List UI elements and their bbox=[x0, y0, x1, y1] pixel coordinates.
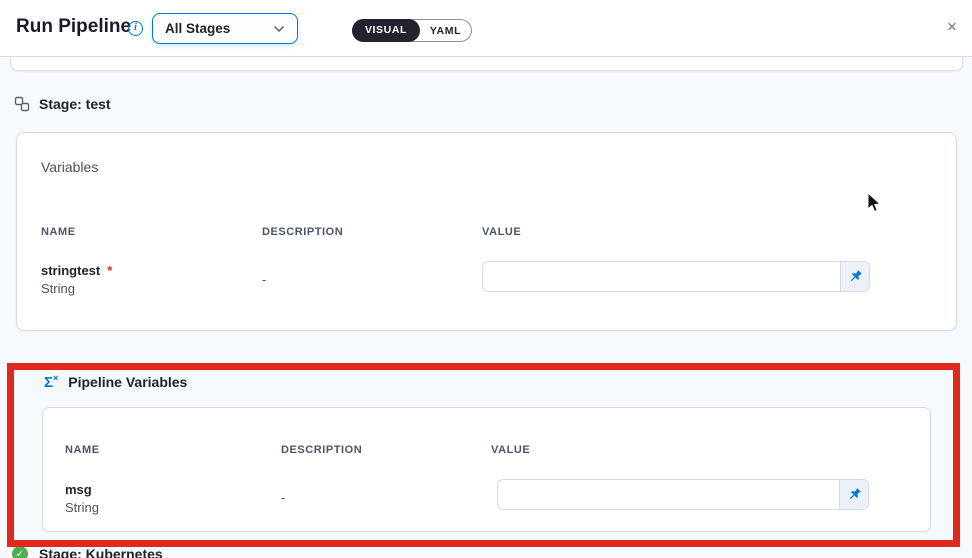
scrolled-card-remnant bbox=[10, 57, 963, 71]
toggle-yaml-button[interactable]: YAML bbox=[420, 19, 471, 42]
variables-card: Variables NAME DESCRIPTION VALUE stringt… bbox=[16, 132, 957, 331]
visual-yaml-toggle: VISUAL YAML bbox=[352, 19, 472, 42]
pipeline-variables-header: Σ× Pipeline Variables bbox=[44, 374, 187, 390]
variable-value-group bbox=[482, 261, 870, 292]
pin-icon[interactable] bbox=[840, 262, 869, 291]
toggle-visual-button[interactable]: VISUAL bbox=[352, 19, 420, 42]
variable-value-input[interactable] bbox=[498, 480, 839, 509]
stage-test-header: Stage: test bbox=[14, 96, 111, 112]
close-icon[interactable]: × bbox=[938, 13, 966, 41]
stage-kubernetes-label: Stage: Kubernetes bbox=[39, 546, 163, 558]
stage-filter-value: All Stages bbox=[165, 21, 230, 36]
stage-test-label: Stage: test bbox=[39, 96, 111, 112]
pin-icon[interactable] bbox=[839, 480, 868, 509]
variable-value-input[interactable] bbox=[483, 262, 840, 291]
column-header-value: VALUE bbox=[491, 444, 530, 456]
info-icon[interactable]: i bbox=[128, 21, 143, 36]
variable-value-group bbox=[497, 479, 869, 510]
variable-type: String bbox=[65, 500, 99, 515]
variables-card-title: Variables bbox=[41, 159, 98, 175]
stage-kubernetes-header: ✓ Stage: Kubernetes bbox=[12, 546, 163, 558]
column-header-name: NAME bbox=[65, 444, 100, 456]
column-header-description: DESCRIPTION bbox=[262, 226, 343, 238]
pipeline-variables-icon: Σ× bbox=[44, 374, 58, 390]
variable-type: String bbox=[41, 281, 75, 296]
stage-filter-dropdown[interactable]: All Stages bbox=[152, 13, 298, 44]
variable-description: - bbox=[262, 272, 266, 287]
pipeline-variables-card: NAME DESCRIPTION VALUE msg String - bbox=[42, 407, 931, 532]
variable-name: stringtest* bbox=[41, 263, 112, 278]
column-header-value: VALUE bbox=[482, 226, 521, 238]
pipeline-variables-title: Pipeline Variables bbox=[68, 374, 187, 390]
kubernetes-stage-icon: ✓ bbox=[12, 546, 28, 558]
required-asterisk: * bbox=[107, 263, 112, 278]
stage-icon bbox=[14, 96, 30, 112]
modal-header: Run Pipeline i All Stages VISUAL YAML × bbox=[0, 0, 972, 57]
run-pipeline-modal: Run Pipeline i All Stages VISUAL YAML × … bbox=[0, 0, 972, 558]
chevron-down-icon bbox=[273, 23, 285, 35]
column-header-description: DESCRIPTION bbox=[281, 444, 362, 456]
variable-description: - bbox=[281, 490, 285, 505]
column-header-name: NAME bbox=[41, 226, 76, 238]
variable-name: msg bbox=[65, 482, 92, 497]
page-title: Run Pipeline bbox=[16, 16, 131, 38]
